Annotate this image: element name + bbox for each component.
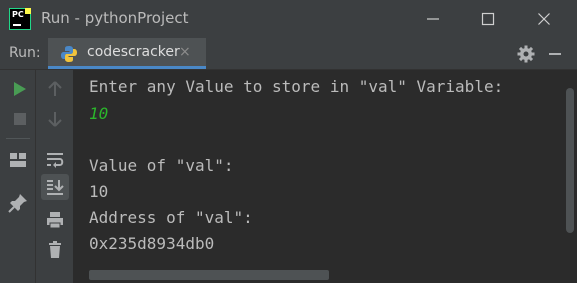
console-line-value: 10 (89, 182, 109, 201)
console-line-value-label: Value of "val": (89, 156, 234, 175)
divider (6, 138, 30, 139)
console-line-address: 0x235d8934db0 (89, 234, 215, 253)
arrow-down-icon (48, 112, 62, 127)
console-output[interactable]: Enter any Value to store in "val" Variab… (73, 70, 577, 283)
pin-tab-button[interactable] (6, 191, 30, 215)
pin-icon (8, 194, 27, 213)
stop-icon (14, 113, 26, 125)
print-button[interactable] (43, 208, 67, 232)
layout-icon (10, 153, 26, 167)
run-controls-toolbar (0, 70, 36, 283)
console-line-prompt: Enter any Value to store in "val" Variab… (89, 77, 513, 96)
up-button[interactable] (43, 77, 67, 101)
restore-layout-button[interactable] (6, 148, 30, 172)
console-line-address-label: Address of "val": (89, 208, 253, 227)
scroll-to-end-button[interactable] (41, 174, 69, 200)
tab-close-button[interactable]: × (179, 44, 191, 60)
pycharm-logo-icon: PC (9, 8, 31, 30)
maximize-button[interactable] (464, 0, 512, 38)
minimize-icon (427, 18, 439, 20)
vertical-scrollbar[interactable] (566, 88, 574, 233)
gear-icon[interactable] (517, 45, 535, 63)
minimize-button[interactable] (409, 0, 457, 38)
run-label: Run: (9, 45, 41, 61)
horizontal-scrollbar[interactable] (89, 270, 329, 280)
console-line-user-input: 10 (89, 104, 109, 123)
console-actions-toolbar (36, 70, 73, 283)
printer-icon (47, 212, 63, 229)
clear-all-button[interactable] (43, 238, 67, 262)
run-tool-window-header: Run: codescracker × (0, 38, 577, 70)
down-button[interactable] (43, 107, 67, 131)
hide-panel-icon[interactable] (547, 45, 563, 63)
run-icon (14, 82, 26, 96)
trash-icon (49, 241, 61, 258)
title-bar: PC Run - pythonProject (0, 0, 577, 38)
maximize-icon (481, 12, 495, 26)
stop-button[interactable] (8, 107, 32, 131)
rerun-button[interactable] (8, 77, 32, 101)
close-window-button[interactable] (520, 0, 568, 38)
python-icon (61, 46, 77, 62)
tab-label: codescracker (87, 44, 180, 60)
arrow-up-icon (48, 81, 62, 96)
soft-wrap-button[interactable] (43, 148, 67, 172)
scroll-to-end-icon (47, 180, 64, 195)
soft-wrap-icon (47, 153, 64, 168)
close-icon (538, 13, 550, 25)
window-title: Run - pythonProject (41, 9, 189, 27)
